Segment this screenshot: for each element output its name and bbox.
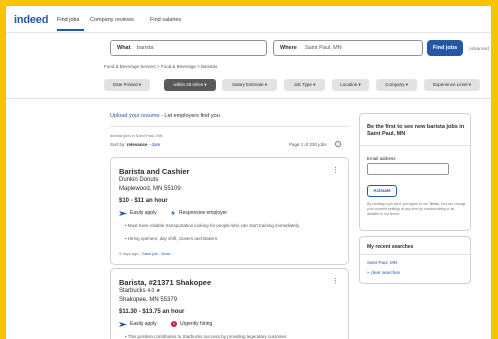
company-name: Dunkin Donuts [119, 177, 159, 183]
indeed-page: indeed Find jobs Company reviews Find sa… [6, 6, 491, 339]
job-title[interactable]: Barista, #21371 Shakopee [119, 278, 211, 287]
urgently-hiring-badge: Urgently hiring [180, 321, 213, 327]
nav-company-reviews[interactable]: Company reviews [90, 17, 134, 23]
advanced-search-link[interactable]: Advanced [469, 46, 489, 51]
where-search-field[interactable]: Where Saint Paul, MN [273, 40, 423, 56]
results-query-meta: barista jobs in Saint Paul, MN [110, 133, 163, 138]
what-search-field[interactable]: What barista [110, 40, 267, 56]
nav-find-jobs[interactable]: Find jobs [57, 17, 79, 23]
active-nav-indicator [57, 29, 84, 31]
recent-searches-panel: My recent searches Saint Paul, MN » clea… [359, 236, 471, 284]
star-icon: ★ [155, 288, 161, 294]
easily-apply-icon [119, 211, 127, 216]
company-line: Starbucks 4.0 ★ [119, 288, 160, 294]
where-input-value[interactable]: Saint Paul, MN [305, 45, 342, 51]
panel-divider [360, 145, 470, 146]
filter-job-type[interactable]: Job Type ▾ [284, 79, 325, 91]
salary: $11.30 - $13.75 an hour [119, 309, 185, 315]
snippet-text: This position contributes to Starbucks s… [127, 334, 287, 339]
filter-experience-level[interactable]: Experience Level ▾ [424, 79, 480, 91]
legal-prefix: By creating a job alert, you agree to ou… [367, 202, 430, 206]
alert-legal-text: By creating a job alert, you agree to ou… [367, 202, 467, 217]
job-card[interactable]: Barista, #21371 Shakopee ⋮ Starbucks 4.0… [110, 268, 349, 339]
upload-resume-banner: Upload your resume - Let employers find … [110, 113, 220, 119]
easily-apply-badge: Easily apply [130, 210, 157, 216]
section-divider [6, 98, 491, 99]
more-link[interactable]: More... [161, 251, 173, 256]
job-title[interactable]: Barista and Cashier [119, 167, 189, 176]
responsive-employer-icon [171, 210, 175, 216]
indeed-logo[interactable]: indeed [14, 14, 48, 26]
chevron-down-icon: ▾ [358, 82, 361, 87]
more-options-icon[interactable]: ⋮ [332, 166, 339, 174]
filter-label: Company [385, 82, 405, 87]
filter-date-posted[interactable]: Date Posted ▾ [104, 79, 150, 91]
job-snippet-bullet: • This position contributes to Starbucks… [125, 334, 287, 339]
top-navigation-bar: indeed Find jobs Company reviews Find sa… [6, 6, 491, 33]
page-count: Page 1 of 230 jobs [289, 142, 327, 147]
chevron-down-icon: ▾ [468, 82, 472, 87]
save-job-link[interactable]: Save job [142, 251, 158, 256]
chevron-down-icon: ▾ [138, 82, 142, 87]
upload-resume-link[interactable]: Upload your resume [110, 113, 160, 119]
email-field[interactable] [367, 163, 449, 175]
find-jobs-button[interactable]: Find jobs [427, 40, 463, 56]
filter-label: Salary Estimate [231, 82, 264, 87]
chevron-down-icon: ▾ [204, 82, 207, 87]
info-icon[interactable]: i [335, 141, 341, 147]
filter-label: Job Type [293, 82, 312, 87]
urgently-hiring-icon: ! [171, 321, 177, 327]
panel-divider [360, 254, 470, 255]
activate-button[interactable]: Activate [367, 185, 397, 197]
company-name: Starbucks [119, 288, 146, 294]
email-label: Email address [367, 156, 396, 161]
filter-salary-estimate[interactable]: Salary Estimate ▾ [222, 79, 277, 91]
filter-label: within 25 miles [173, 82, 203, 87]
filter-location[interactable]: Location ▾ [332, 79, 369, 91]
what-label: What [117, 45, 131, 51]
filter-distance[interactable]: within 25 miles ▾ [164, 79, 216, 91]
job-snippet-bullet: • Hiring openers, day shift, closers and… [125, 236, 219, 241]
filter-label: Date Posted [112, 82, 138, 87]
where-label: Where [280, 45, 297, 51]
posted-date: 9 days ago [119, 251, 139, 256]
job-alert-heading: Be the first to see new barista jobs in … [367, 124, 465, 137]
results-divider [110, 126, 350, 127]
upload-resume-text: - Let employers find you [159, 113, 220, 119]
easily-apply-badge: Easily apply [130, 321, 157, 327]
job-snippet-bullet: • Must have reliable transportation look… [125, 223, 301, 228]
snippet-text: Hiring openers, day shift, closers and B… [127, 236, 219, 241]
filter-label: Experience Level [432, 82, 468, 87]
snippet-text: Must have reliable transportation lookin… [127, 223, 301, 228]
nav-find-salaries[interactable]: Find salaries [150, 17, 181, 23]
terms-link[interactable]: Terms [429, 202, 439, 206]
more-options-icon[interactable]: ⋮ [332, 277, 339, 285]
recent-search-item[interactable]: Saint Paul, MN [367, 260, 397, 265]
what-input-value[interactable]: barista [137, 45, 154, 51]
job-footer: 9 days ago - Save job - More... [119, 251, 174, 256]
job-alert-panel: Be the first to see new barista jobs in … [359, 113, 471, 231]
job-location: Shakopee, MN 55379 [119, 297, 178, 303]
job-card[interactable]: Barista and Cashier ⋮ Dunkin Donuts Mapl… [110, 157, 349, 265]
chevron-down-icon: ▾ [313, 82, 316, 87]
salary: $10 - $11 an hour [119, 198, 168, 204]
sort-date-link[interactable]: date [152, 142, 161, 147]
category-breadcrumb[interactable]: Food & Beverage Servers > Food & Beverag… [104, 64, 217, 69]
sort-control: Sort by: relevance - date [110, 142, 160, 147]
sort-prefix: Sort by: [110, 142, 127, 147]
easily-apply-icon [119, 322, 127, 327]
job-location: Maplewood, MN 55109 [119, 186, 181, 192]
chevron-down-icon: ▾ [405, 82, 408, 87]
company-rating: 4.0 [147, 288, 155, 294]
clear-searches-link[interactable]: » clear searches [367, 270, 400, 275]
responsive-employer-badge: Responsive employer [179, 210, 228, 216]
recent-searches-heading: My recent searches [367, 244, 414, 250]
chevron-down-icon: ▾ [264, 82, 268, 87]
filter-label: Location [340, 82, 358, 87]
sort-relevance[interactable]: relevance [127, 142, 148, 147]
filter-company[interactable]: Company ▾ [376, 79, 417, 91]
